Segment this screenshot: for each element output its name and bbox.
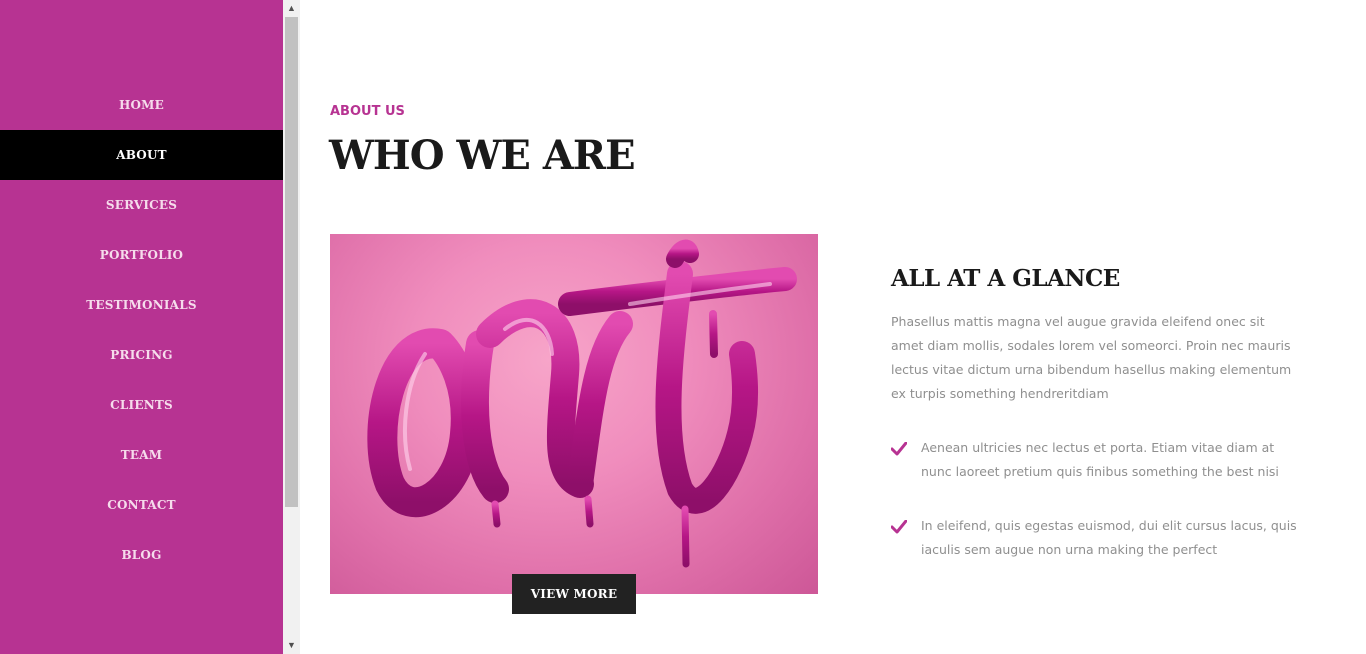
nav-item-team[interactable]: TEAM [0, 430, 283, 480]
nav-item-portfolio[interactable]: PORTFOLIO [0, 230, 283, 280]
feature-text: In eleifend, quis egestas euismod, dui e… [921, 518, 1297, 557]
section-label: ABOUT US [330, 104, 405, 119]
check-icon [891, 442, 907, 456]
glance-title: ALL AT A GLANCE [891, 265, 1120, 292]
nav-item-blog[interactable]: BLOG [0, 530, 283, 580]
art-lettering-graphic [367, 239, 797, 568]
feature-text: Aenean ultricies nec lectus et porta. Et… [921, 440, 1279, 479]
chevron-down-icon[interactable]: ▼ [283, 637, 300, 654]
nav-item-testimonials[interactable]: TESTIMONIALS [0, 280, 283, 330]
scrollbar-thumb[interactable] [285, 17, 298, 507]
view-more-button[interactable]: VIEW MORE [512, 574, 636, 614]
nav-item-pricing[interactable]: PRICING [0, 330, 283, 380]
nav-item-services[interactable]: SERVICES [0, 180, 283, 230]
nav-item-home[interactable]: HOME [0, 80, 283, 130]
sidebar: HOME ABOUT SERVICES PORTFOLIO TESTIMONIA… [0, 0, 283, 654]
chevron-up-icon[interactable]: ▲ [283, 0, 300, 17]
page-title: WHO WE ARE [329, 132, 636, 179]
glance-description: Phasellus mattis magna vel augue gravida… [891, 314, 1292, 401]
nav-item-contact[interactable]: CONTACT [0, 480, 283, 530]
art-image [330, 234, 818, 594]
check-icon [891, 520, 907, 534]
nav-item-about[interactable]: ABOUT [0, 130, 283, 180]
nav-item-clients[interactable]: CLIENTS [0, 380, 283, 430]
sidebar-scrollbar[interactable]: ▲ ▼ [283, 0, 300, 654]
